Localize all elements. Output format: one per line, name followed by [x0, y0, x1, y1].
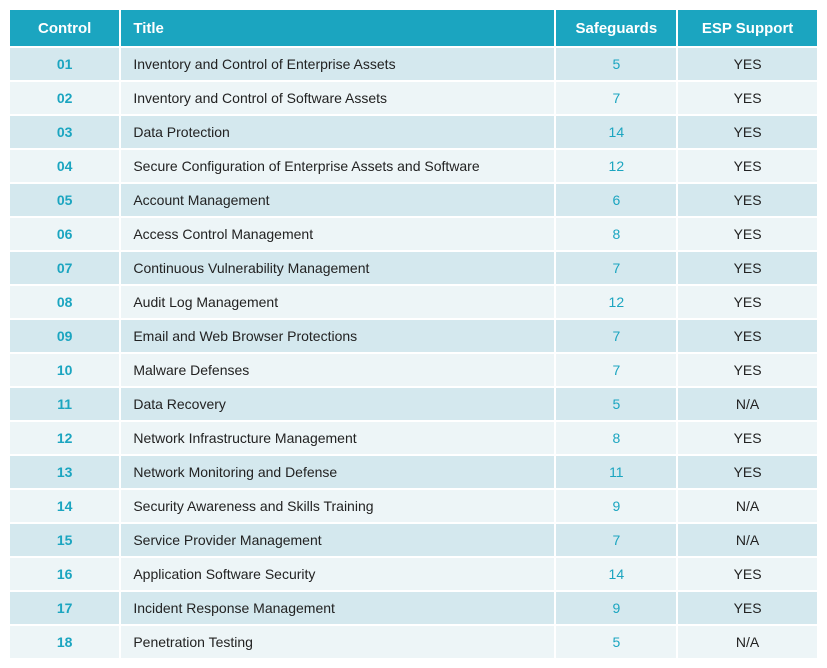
cell-esp-support: N/A [678, 388, 817, 420]
cell-control: 09 [10, 320, 119, 352]
cell-esp-support: N/A [678, 626, 817, 658]
table-row: 11Data Recovery5N/A [10, 388, 817, 420]
cell-esp-support: YES [678, 184, 817, 216]
col-header-control: Control [10, 10, 119, 46]
table-row: 08Audit Log Management12YES [10, 286, 817, 318]
cell-title: Penetration Testing [121, 626, 554, 658]
cell-esp-support: YES [678, 252, 817, 284]
cell-esp-support: N/A [678, 490, 817, 522]
table-row: 01Inventory and Control of Enterprise As… [10, 48, 817, 80]
table-row: 03Data Protection14YES [10, 116, 817, 148]
cell-control: 11 [10, 388, 119, 420]
cell-control: 13 [10, 456, 119, 488]
controls-table: Control Title Safeguards ESP Support 01I… [8, 8, 819, 660]
cell-control: 04 [10, 150, 119, 182]
cell-control: 12 [10, 422, 119, 454]
cell-esp-support: N/A [678, 524, 817, 556]
cell-title: Service Provider Management [121, 524, 554, 556]
table-row: 17Incident Response Management9YES [10, 592, 817, 624]
cell-esp-support: YES [678, 116, 817, 148]
cell-esp-support: YES [678, 150, 817, 182]
table-row: 15Service Provider Management7N/A [10, 524, 817, 556]
cell-title: Malware Defenses [121, 354, 554, 386]
cell-esp-support: YES [678, 422, 817, 454]
cell-title: Network Monitoring and Defense [121, 456, 554, 488]
cell-control: 01 [10, 48, 119, 80]
cell-esp-support: YES [678, 354, 817, 386]
cell-title: Audit Log Management [121, 286, 554, 318]
cell-safeguards: 7 [556, 524, 676, 556]
cell-esp-support: YES [678, 48, 817, 80]
cell-title: Application Software Security [121, 558, 554, 590]
cell-esp-support: YES [678, 320, 817, 352]
cell-title: Account Management [121, 184, 554, 216]
cell-safeguards: 9 [556, 592, 676, 624]
cell-esp-support: YES [678, 456, 817, 488]
cell-title: Inventory and Control of Enterprise Asse… [121, 48, 554, 80]
cell-title: Security Awareness and Skills Training [121, 490, 554, 522]
cell-esp-support: YES [678, 218, 817, 250]
cell-safeguards: 12 [556, 286, 676, 318]
cell-control: 07 [10, 252, 119, 284]
cell-safeguards: 14 [556, 116, 676, 148]
table-row: 04Secure Configuration of Enterprise Ass… [10, 150, 817, 182]
cell-control: 17 [10, 592, 119, 624]
table-row: 13Network Monitoring and Defense11YES [10, 456, 817, 488]
cell-title: Continuous Vulnerability Management [121, 252, 554, 284]
cell-control: 15 [10, 524, 119, 556]
cell-safeguards: 8 [556, 422, 676, 454]
cell-safeguards: 8 [556, 218, 676, 250]
cell-safeguards: 12 [556, 150, 676, 182]
cell-safeguards: 7 [556, 320, 676, 352]
table-row: 18Penetration Testing5N/A [10, 626, 817, 658]
cell-safeguards: 7 [556, 354, 676, 386]
table-header-row: Control Title Safeguards ESP Support [10, 10, 817, 46]
cell-title: Network Infrastructure Management [121, 422, 554, 454]
cell-title: Inventory and Control of Software Assets [121, 82, 554, 114]
cell-title: Secure Configuration of Enterprise Asset… [121, 150, 554, 182]
cell-control: 10 [10, 354, 119, 386]
table-row: 14Security Awareness and Skills Training… [10, 490, 817, 522]
table-row: 12Network Infrastructure Management8YES [10, 422, 817, 454]
table-row: 10Malware Defenses7YES [10, 354, 817, 386]
cell-safeguards: 5 [556, 48, 676, 80]
cell-control: 08 [10, 286, 119, 318]
cell-esp-support: YES [678, 592, 817, 624]
table-row: 06Access Control Management8YES [10, 218, 817, 250]
table-row: 16Application Software Security14YES [10, 558, 817, 590]
table-row: 07Continuous Vulnerability Management7YE… [10, 252, 817, 284]
cell-safeguards: 5 [556, 388, 676, 420]
cell-control: 16 [10, 558, 119, 590]
cell-safeguards: 11 [556, 456, 676, 488]
cell-control: 03 [10, 116, 119, 148]
cell-safeguards: 14 [556, 558, 676, 590]
cell-safeguards: 9 [556, 490, 676, 522]
cell-esp-support: YES [678, 82, 817, 114]
cell-control: 18 [10, 626, 119, 658]
cell-esp-support: YES [678, 558, 817, 590]
cell-title: Access Control Management [121, 218, 554, 250]
table-row: 05Account Management6YES [10, 184, 817, 216]
cell-control: 05 [10, 184, 119, 216]
cell-title: Email and Web Browser Protections [121, 320, 554, 352]
table-row: 09Email and Web Browser Protections7YES [10, 320, 817, 352]
cell-safeguards: 5 [556, 626, 676, 658]
cell-title: Data Protection [121, 116, 554, 148]
cell-control: 06 [10, 218, 119, 250]
col-header-esp: ESP Support [678, 10, 817, 46]
table-row: 02Inventory and Control of Software Asse… [10, 82, 817, 114]
col-header-safeguards: Safeguards [556, 10, 676, 46]
cell-safeguards: 6 [556, 184, 676, 216]
cell-title: Data Recovery [121, 388, 554, 420]
cell-control: 14 [10, 490, 119, 522]
cell-control: 02 [10, 82, 119, 114]
cell-safeguards: 7 [556, 82, 676, 114]
col-header-title: Title [121, 10, 554, 46]
cell-title: Incident Response Management [121, 592, 554, 624]
cell-safeguards: 7 [556, 252, 676, 284]
cell-esp-support: YES [678, 286, 817, 318]
